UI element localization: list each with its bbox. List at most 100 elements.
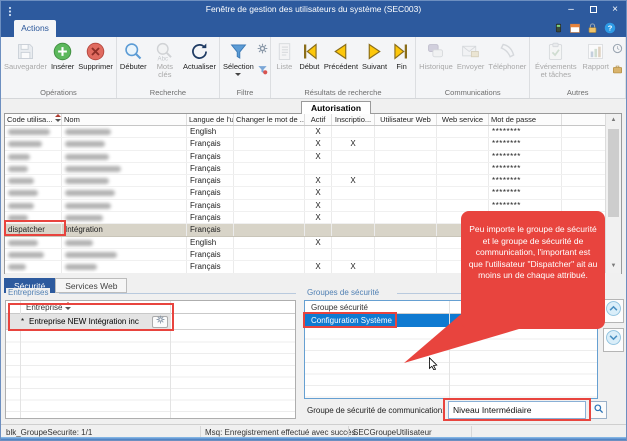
entreprise-row[interactable]: * Entreprise NEW Intégration inc xyxy=(6,314,295,330)
ribbon-group-label: Résultats de recherche xyxy=(272,87,414,98)
close-button[interactable]: × xyxy=(608,3,622,16)
scroll-up-icon[interactable]: ▲ xyxy=(606,114,621,127)
groupes-group-label: Groupes de sécurité xyxy=(305,288,381,297)
ribbon-button-actualiser[interactable]: Actualiser xyxy=(181,38,218,72)
entreprise-gear-button[interactable] xyxy=(152,316,168,328)
cell-utilisateur-web xyxy=(375,237,437,248)
table-row[interactable]: FrançaisX******** xyxy=(5,151,621,163)
column-header-langue-de-lut[interactable]: Langue de l'ut... xyxy=(187,114,234,125)
cell-changer xyxy=(234,151,305,162)
cell-mot-de-passe: ******** xyxy=(489,175,562,186)
cell-code xyxy=(5,163,62,174)
table-row[interactable]: FrançaisXX******** xyxy=(5,175,621,187)
ribbon-button-precedent[interactable]: Précédent xyxy=(322,38,360,72)
cell-inscription: X xyxy=(332,261,375,272)
sort-icon xyxy=(65,301,71,314)
ribbon-button-label: Téléphoner xyxy=(488,63,526,71)
case-mini-icon[interactable] xyxy=(612,62,623,80)
redacted-text xyxy=(8,141,42,147)
cell-code xyxy=(5,261,62,272)
ribbon-group-recherche: DébuterAbcMots clésActualiserRecherche xyxy=(117,37,220,98)
ribbon-button-label: Liste xyxy=(276,63,292,71)
ribbon-button-suivant[interactable]: Suivant xyxy=(360,38,389,72)
cell-langue: Français xyxy=(187,224,234,235)
cell-changer xyxy=(234,224,305,235)
clock-mini-icon[interactable] xyxy=(612,41,623,59)
table-row[interactable]: EnglishX******** xyxy=(5,126,621,138)
users-table-scrollbar[interactable]: ▲ ▼ xyxy=(605,114,621,273)
tab-actions[interactable]: Actions xyxy=(14,20,56,37)
cell-utilisateur-web xyxy=(375,212,437,223)
column-header-web-service[interactable]: Web service xyxy=(437,114,489,125)
ribbon-button-fin[interactable]: Fin xyxy=(389,38,414,72)
ribbon-button-label: Début xyxy=(299,63,319,71)
column-header-inscriptio[interactable]: Inscriptio... xyxy=(332,114,375,125)
ribbon-group-operations: SauvegarderInsérerSupprimerOpérations xyxy=(1,37,117,98)
search-keywords-icon: Abc xyxy=(154,39,175,63)
cell-web-service xyxy=(437,151,489,162)
maximize-button[interactable] xyxy=(586,3,600,16)
cell-web-service xyxy=(437,175,489,186)
cell-inscription xyxy=(332,237,375,248)
scrollbar-thumb[interactable] xyxy=(608,129,619,217)
cell-mot-de-passe: ******** xyxy=(489,187,562,198)
redacted-text xyxy=(8,129,50,135)
mouse-cursor-icon xyxy=(427,357,440,375)
table-row[interactable]: FrançaisXX******** xyxy=(5,138,621,150)
annotation-callout: Peu importe le groupe de sécurité et le … xyxy=(461,211,605,329)
ribbon-button-selection[interactable]: Sélection xyxy=(221,38,256,77)
nav-next-icon xyxy=(364,39,385,63)
cell-inscription xyxy=(332,163,375,174)
cell-web-service xyxy=(437,163,489,174)
ribbon-button-label: Suivant xyxy=(362,63,387,71)
ribbon-group-label: Autres xyxy=(531,87,624,98)
table-row[interactable]: FrançaisX******** xyxy=(5,187,621,199)
column-header-actif[interactable]: Actif xyxy=(305,114,332,125)
filter-mini-icon[interactable] xyxy=(257,62,268,80)
cell-nom xyxy=(62,261,187,272)
column-header-code-utilisa[interactable]: Code utilisa... xyxy=(5,114,62,125)
ribbon-button-debuter[interactable]: Débuter xyxy=(118,38,149,72)
cell-nom xyxy=(62,249,187,260)
cell-langue: Français xyxy=(187,249,234,260)
cell-web-service xyxy=(437,187,489,198)
column-header-utilisateur-web[interactable]: Utilisateur Web xyxy=(375,114,437,125)
minimize-button[interactable]: – xyxy=(564,3,578,16)
cell-code xyxy=(5,175,62,186)
redacted-text xyxy=(65,240,93,246)
table-row[interactable]: Français******** xyxy=(5,163,621,175)
entreprise-column-header[interactable]: Entreprise xyxy=(6,301,295,314)
cell-inscription xyxy=(332,187,375,198)
cell-langue: Français xyxy=(187,212,234,223)
cell-mot-de-passe: ******** xyxy=(489,138,562,149)
ribbon-button-supprimer[interactable]: Supprimer xyxy=(76,38,115,72)
column-header-nom[interactable]: Nom xyxy=(62,114,187,125)
move-down-button[interactable] xyxy=(603,328,624,352)
ribbon-button-debut[interactable]: Début xyxy=(297,38,322,72)
column-header-mot-de-passe[interactable]: Mot de passe xyxy=(489,114,562,125)
cell-actif: X xyxy=(305,151,332,162)
ribbon-button-label: Insérer xyxy=(51,63,74,71)
cell-utilisateur-web xyxy=(375,138,437,149)
tab-services-web[interactable]: Services Web xyxy=(55,278,127,293)
gear-mini-icon[interactable] xyxy=(257,41,268,59)
cell-langue: Français xyxy=(187,261,234,272)
cell-utilisateur-web xyxy=(375,261,437,272)
cell-actif: X xyxy=(305,126,332,137)
scroll-down-icon[interactable]: ▼ xyxy=(606,260,621,273)
ribbon-button-inserer[interactable]: Insérer xyxy=(49,38,76,72)
entreprise-row-marker: * xyxy=(21,314,24,330)
cell-changer xyxy=(234,138,305,149)
cell-langue: Français xyxy=(187,151,234,162)
communication-group-field[interactable]: Niveau Intermédiaire xyxy=(448,401,586,419)
redacted-text xyxy=(65,178,109,184)
entreprises-group-label: Entreprises xyxy=(6,288,50,297)
cell-langue: Français xyxy=(187,163,234,174)
communication-search-button[interactable] xyxy=(589,401,607,419)
column-header-changer-le-mot-de[interactable]: Changer le mot de ... xyxy=(234,114,305,125)
title-bar: Fenêtre de gestion des utilisateurs du s… xyxy=(1,1,626,18)
tab-autorisation[interactable]: Autorisation xyxy=(301,101,371,114)
move-up-button[interactable] xyxy=(603,299,624,323)
users-table-header: Code utilisa...NomLangue de l'ut...Chang… xyxy=(5,114,621,126)
search-icon xyxy=(593,401,604,419)
